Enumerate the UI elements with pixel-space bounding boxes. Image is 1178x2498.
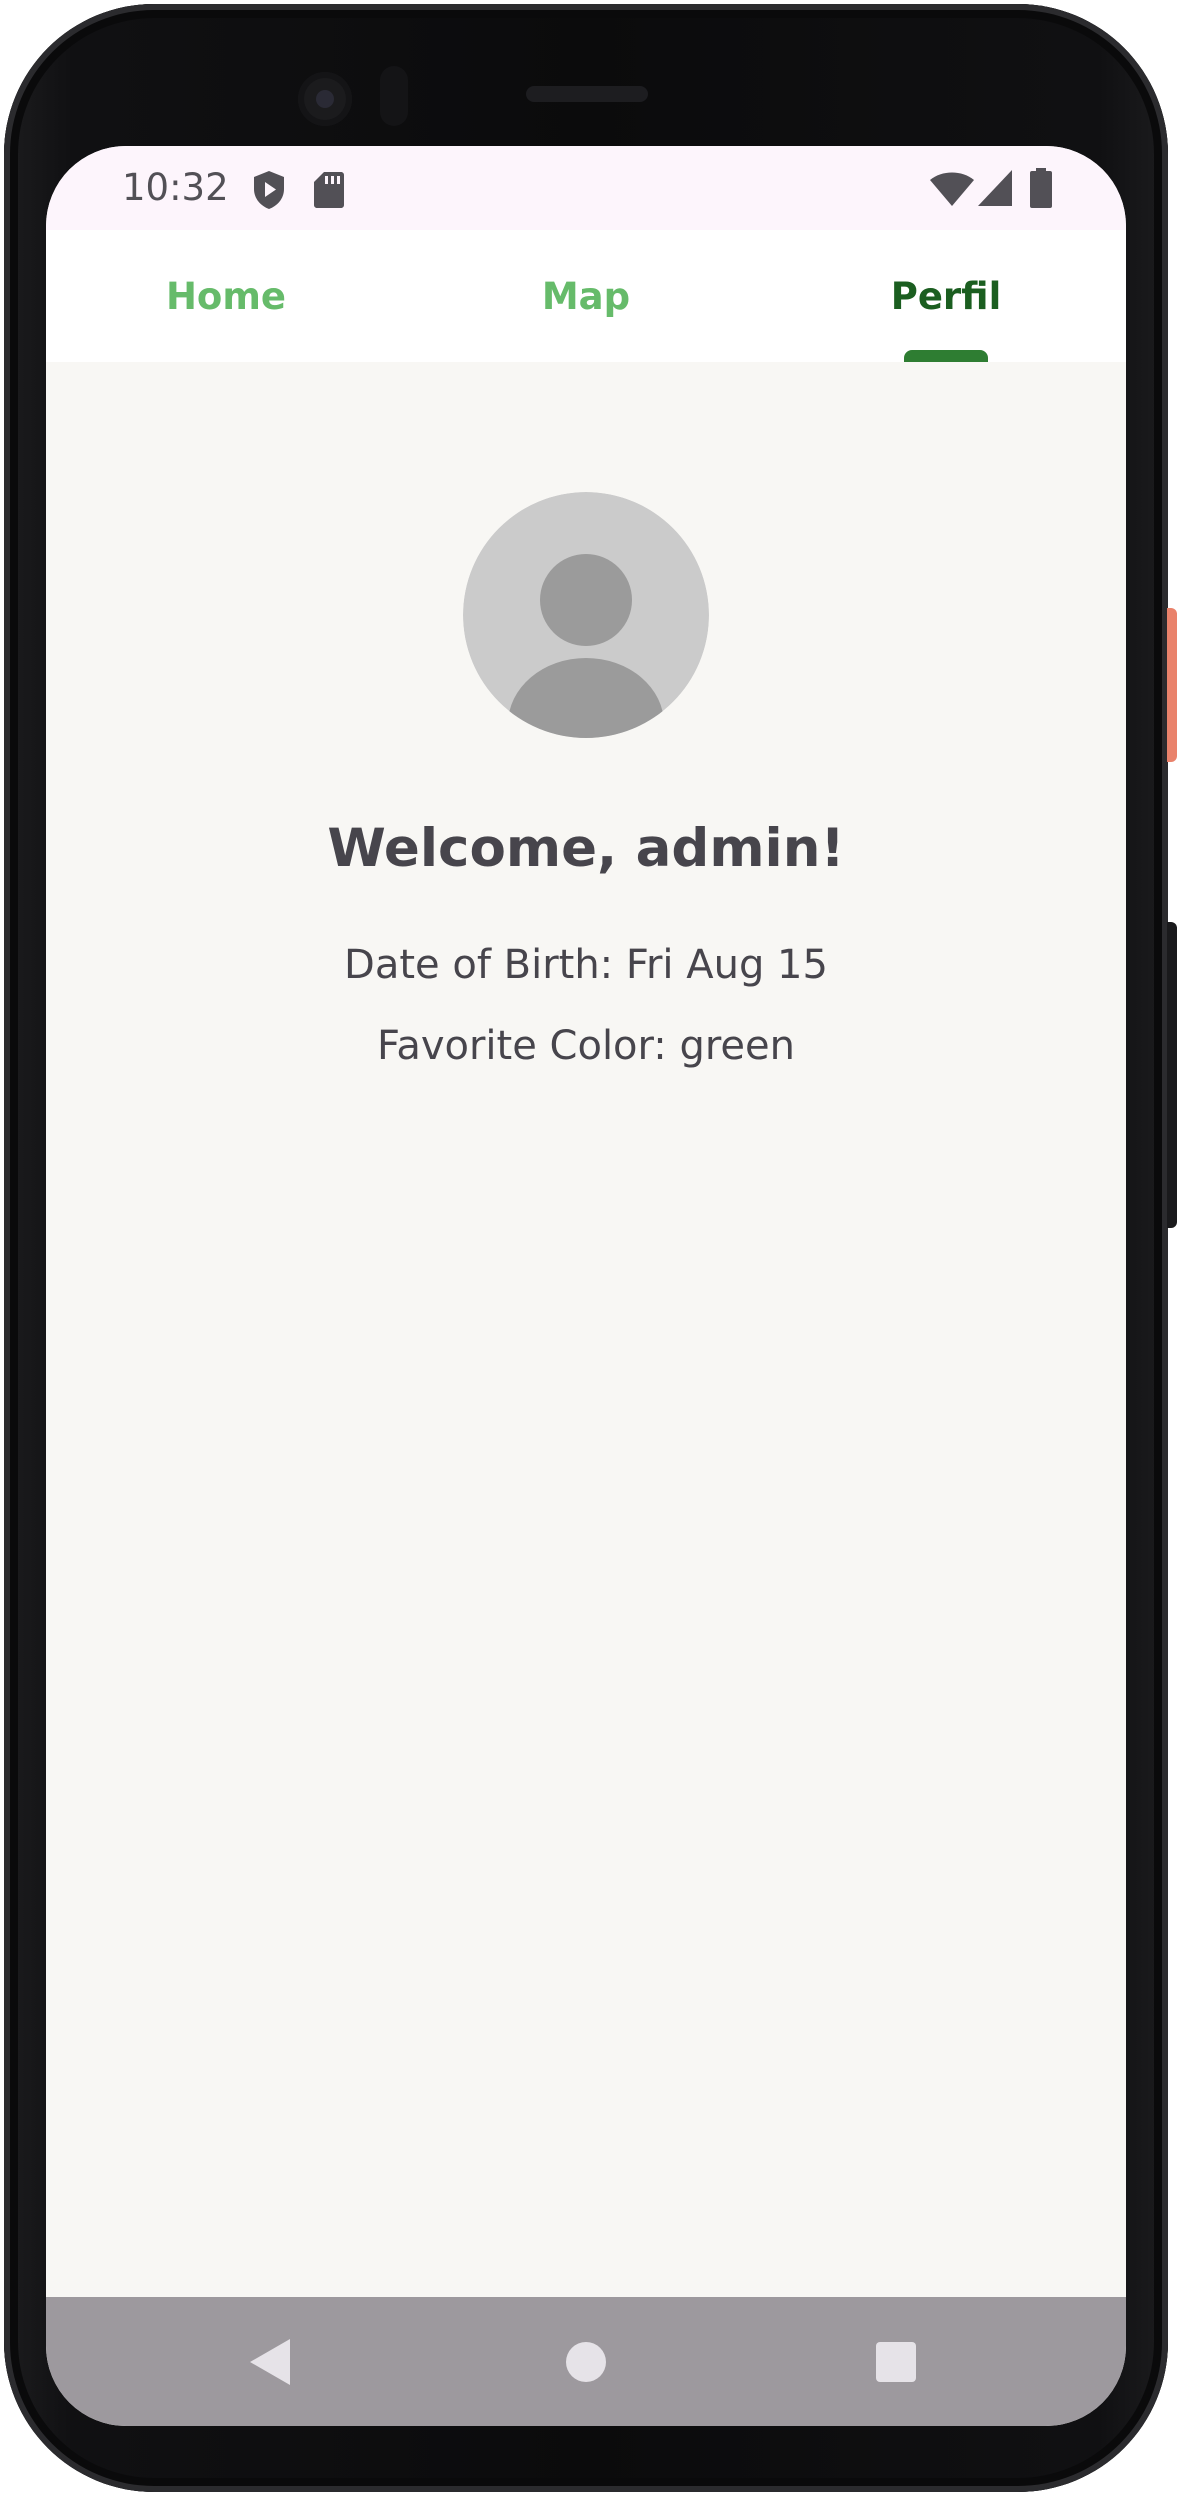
tab-map[interactable]: Map (406, 230, 766, 362)
power-button (1167, 608, 1177, 762)
battery-icon (1030, 168, 1052, 208)
front-camera (298, 72, 352, 126)
system-nav-bar (46, 2297, 1126, 2426)
favorite-color-text: Favorite Color: green (376, 1023, 795, 1069)
tab-perfil[interactable]: Perfil (766, 230, 1126, 362)
status-bar: 10:32 (46, 146, 1126, 230)
profile-screen: Welcome, admin! Date of Birth: Fri Aug 1… (46, 362, 1126, 2297)
shield-play-icon (254, 171, 284, 209)
screen: 10:32 Home Map Perfil Welcome, admin! Da… (46, 146, 1126, 2426)
earpiece-speaker (526, 86, 648, 102)
proximity-sensor (380, 66, 408, 126)
wifi-icon (930, 172, 974, 206)
sd-card-icon (314, 172, 344, 208)
back-icon[interactable] (250, 2339, 290, 2385)
home-icon[interactable] (566, 2342, 606, 2382)
welcome-heading: Welcome, admin! (327, 818, 845, 879)
tab-bar: Home Map Perfil (46, 230, 1126, 362)
active-tab-indicator (904, 350, 988, 362)
recents-icon[interactable] (876, 2342, 916, 2382)
default-avatar-icon (463, 492, 709, 738)
date-of-birth-text: Date of Birth: Fri Aug 15 (344, 942, 828, 988)
volume-button (1167, 922, 1177, 1228)
status-time: 10:32 (122, 166, 229, 209)
tab-home[interactable]: Home (46, 230, 406, 362)
cell-signal-icon (978, 170, 1012, 206)
